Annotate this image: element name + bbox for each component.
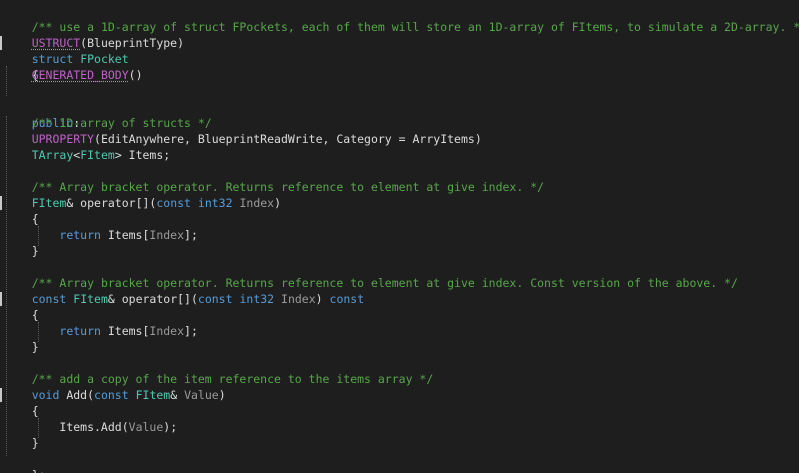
parameter: Index (149, 324, 185, 338)
code-line-1[interactable]: /** use a 1D-array of struct FPockets, e… (4, 3, 799, 34)
code-line-19[interactable]: const FItem& operator[](const int32 Inde… (4, 291, 364, 307)
code-line-13[interactable]: FItem& operator[](const int32 Index) (4, 195, 281, 211)
code-text: (EditAnywhere, BlueprintReadWrite, Categ… (94, 132, 482, 146)
code-text: ) (315, 292, 330, 306)
code-line-10[interactable]: TArray<FItem> Items; (4, 147, 171, 163)
code-line-20[interactable]: { (4, 307, 39, 323)
change-marker (0, 292, 2, 306)
code-line-7[interactable]: public: (4, 99, 80, 130)
type-name: FPocket (80, 52, 129, 66)
code-text: Add( (59, 388, 95, 402)
code-line-18[interactable]: /** Array bracket operator. Returns refe… (4, 275, 738, 291)
code-line-26[interactable]: { (4, 403, 39, 419)
parameter: Value (128, 420, 164, 434)
code-text: Items[ (100, 228, 150, 242)
comment: /** Array bracket operator. Returns refe… (31, 180, 545, 194)
comment: /** add a copy of the item reference to … (31, 372, 434, 386)
brace: { (31, 308, 39, 322)
brace: }; (32, 468, 46, 473)
brace: } (31, 436, 39, 450)
keyword: const (94, 388, 129, 402)
brace: { (31, 404, 39, 418)
code-line-24[interactable]: /** add a copy of the item reference to … (4, 371, 434, 387)
code-editor[interactable]: /** use a 1D-array of struct FPockets, e… (0, 0, 799, 473)
type-name: TArray (31, 148, 74, 162)
parameter: Index (239, 196, 275, 210)
parameter: Index (149, 228, 185, 242)
change-marker (0, 196, 2, 210)
code-line-5[interactable]: GENERATED_BODY() (4, 67, 143, 83)
parameter: Index (281, 292, 316, 306)
code-text: & operator[]( (107, 292, 198, 306)
keyword: void (31, 388, 60, 402)
comment: /** Array bracket operator. Returns refe… (31, 276, 738, 290)
code-text: ) (274, 196, 282, 210)
code-line-16[interactable]: } (4, 243, 39, 259)
type-name: FItem (135, 388, 171, 402)
code-line-8[interactable]: /** 1D-array of structs */ (4, 115, 212, 131)
change-marker (0, 388, 2, 402)
keyword: const (31, 292, 67, 306)
macro-name: GENERATED_BODY (31, 68, 129, 82)
keyword: const (156, 196, 191, 210)
code-text: () (128, 68, 143, 82)
keyword: return (59, 228, 101, 242)
keyword: int32 (239, 292, 275, 306)
code-text: & (170, 388, 185, 402)
code-line-15[interactable]: return Items[Index]; (4, 227, 198, 243)
parameter: Value (184, 388, 219, 402)
code-text: & operator[]( (66, 196, 157, 210)
code-line-2[interactable]: USTRUCT(BlueprintType) (4, 19, 184, 50)
code-text: ); (163, 420, 178, 434)
change-marker (0, 36, 2, 50)
macro-name: UPROPERTY (31, 132, 95, 146)
comment: /** 1D-array of structs */ (31, 116, 212, 130)
brace: { (31, 212, 39, 226)
keyword: const (329, 292, 365, 306)
code-text: ) (218, 388, 226, 402)
type-name: FItem (80, 148, 115, 162)
type-name: FItem (31, 196, 67, 210)
code-text: ]; (184, 228, 198, 242)
code-line-3[interactable]: struct FPocket (4, 35, 129, 66)
keyword: int32 (197, 196, 233, 210)
code-line-25[interactable]: void Add(const FItem& Value) (4, 387, 226, 403)
code-line-21[interactable]: return Items[Index]; (4, 323, 198, 339)
code-line-4[interactable]: { (4, 51, 39, 82)
type-name: FItem (73, 292, 108, 306)
code-line-14[interactable]: { (4, 211, 39, 227)
brace: } (31, 340, 39, 354)
code-line-27[interactable]: Items.Add(Value); (4, 419, 177, 435)
keyword: return (59, 324, 101, 338)
code-line-29[interactable]: }; (4, 451, 46, 473)
code-text: > Items; (114, 148, 171, 162)
code-line-12[interactable]: /** Array bracket operator. Returns refe… (4, 179, 544, 195)
code-line-28[interactable]: } (4, 435, 39, 451)
keyword: const (197, 292, 233, 306)
brace: } (31, 244, 39, 258)
code-text: Items.Add( (59, 420, 129, 434)
code-line-9[interactable]: UPROPERTY(EditAnywhere, BlueprintReadWri… (4, 131, 482, 147)
code-text: Items[ (100, 324, 150, 338)
code-line-22[interactable]: } (4, 339, 39, 355)
code-text: ]; (184, 324, 198, 338)
